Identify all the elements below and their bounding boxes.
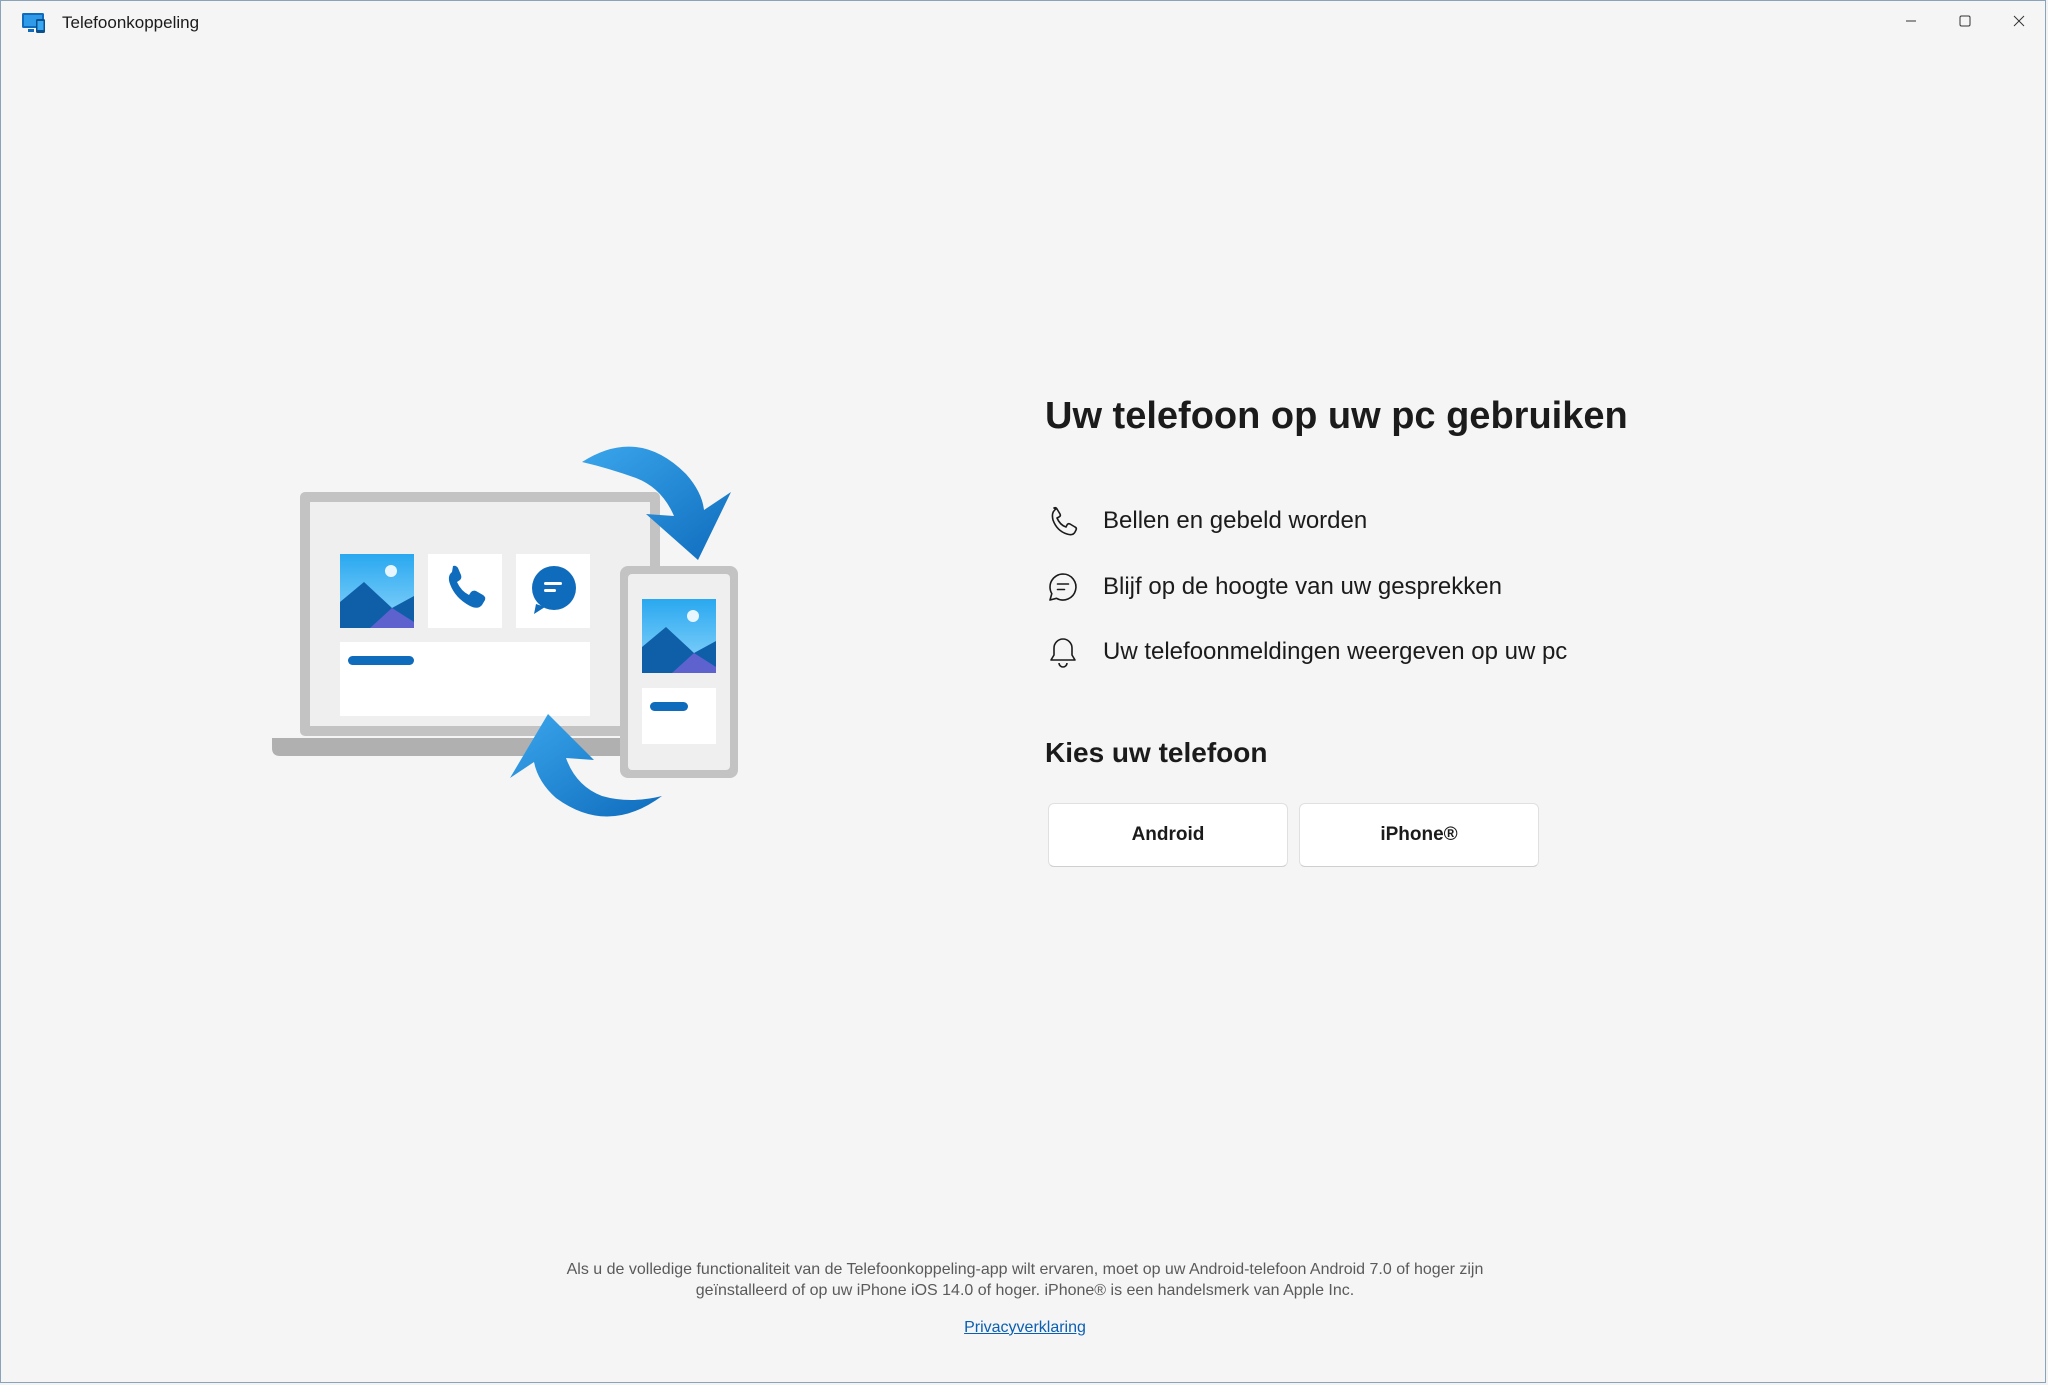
feature-label: Uw telefoonmeldingen weergeven op uw pc xyxy=(1103,638,1568,665)
phone-pc-sync-illustration xyxy=(272,446,738,817)
maximize-button[interactable] xyxy=(1938,1,1992,41)
feature-messages: Blijf op de hoogte van uw gesprekken xyxy=(1045,567,1502,607)
choose-phone-heading: Kies uw telefoon xyxy=(1045,737,1268,768)
requirements-note: Als u de volledige functionaliteit van d… xyxy=(425,1259,1625,1301)
feature-calls: Bellen en gebeld worden xyxy=(1045,501,1367,541)
app-window: Telefoonkoppeling Uw telefoon op uw pc g… xyxy=(0,0,2046,1383)
minimize-button[interactable] xyxy=(1884,1,1938,41)
phone-icon xyxy=(1045,503,1081,539)
page-title: Uw telefoon op uw pc gebruiken xyxy=(1045,395,1628,437)
title-bar: Telefoonkoppeling xyxy=(1,1,2045,45)
requirements-note-line: geïnstalleerd of op uw iPhone iOS 14.0 o… xyxy=(695,1282,1355,1299)
close-icon xyxy=(2013,15,2025,27)
android-button[interactable]: Android xyxy=(1048,803,1288,867)
phone-link-app-icon xyxy=(22,13,45,33)
maximize-icon xyxy=(1959,15,1971,27)
feature-label: Blijf op de hoogte van uw gesprekken xyxy=(1103,573,1502,600)
bell-icon xyxy=(1045,634,1081,670)
iphone-button[interactable]: iPhone® xyxy=(1299,803,1539,867)
feature-notifications: Uw telefoonmeldingen weergeven op uw pc xyxy=(1045,632,1567,672)
privacy-statement-link[interactable]: Privacyverklaring xyxy=(925,1319,1125,1337)
phone-graphic xyxy=(620,566,738,778)
window-title: Telefoonkoppeling xyxy=(62,13,200,32)
chat-icon xyxy=(1045,569,1081,605)
requirements-note-line: Als u de volledige functionaliteit van d… xyxy=(566,1261,1484,1278)
close-button[interactable] xyxy=(1992,1,2045,41)
feature-label: Bellen en gebeld worden xyxy=(1103,507,1368,534)
minimize-icon xyxy=(1906,20,1916,22)
